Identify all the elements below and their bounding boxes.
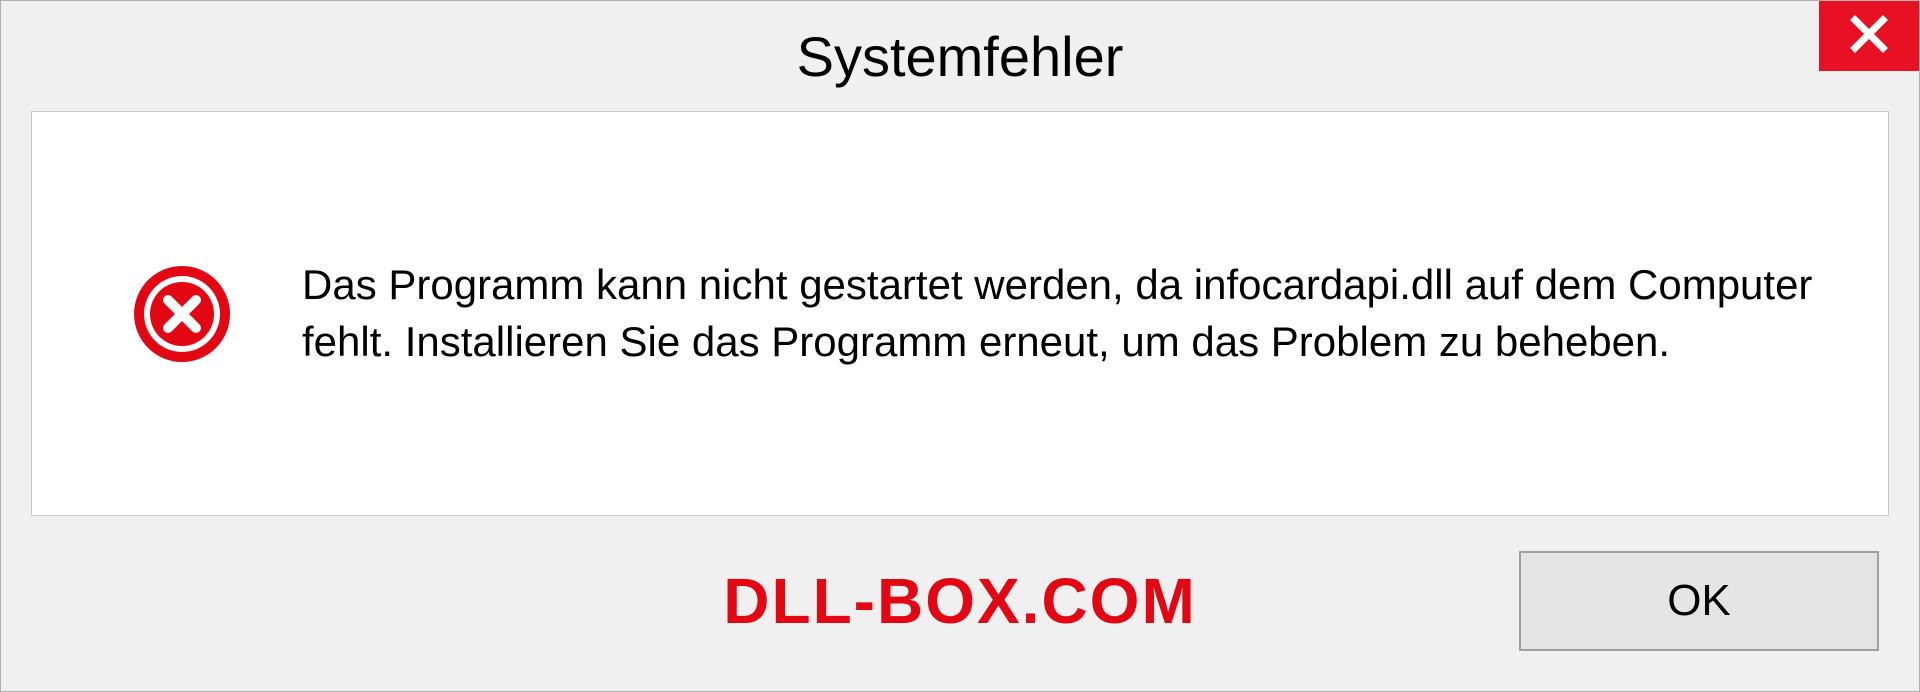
dialog-title: Systemfehler <box>797 24 1124 89</box>
close-icon <box>1849 14 1889 59</box>
content-panel: Das Programm kann nicht gestartet werden… <box>31 111 1889 516</box>
ok-button-label: OK <box>1667 576 1731 626</box>
ok-button[interactable]: OK <box>1519 551 1879 651</box>
dialog-footer: DLL-BOX.COM OK <box>1 531 1919 691</box>
error-message: Das Programm kann nicht gestartet werden… <box>302 257 1828 370</box>
error-icon <box>132 264 232 364</box>
watermark-text: DLL-BOX.COM <box>723 564 1197 638</box>
error-dialog: Systemfehler Das Programm kann nicht ges… <box>0 0 1920 692</box>
titlebar: Systemfehler <box>1 1 1919 111</box>
close-button[interactable] <box>1819 1 1919 71</box>
